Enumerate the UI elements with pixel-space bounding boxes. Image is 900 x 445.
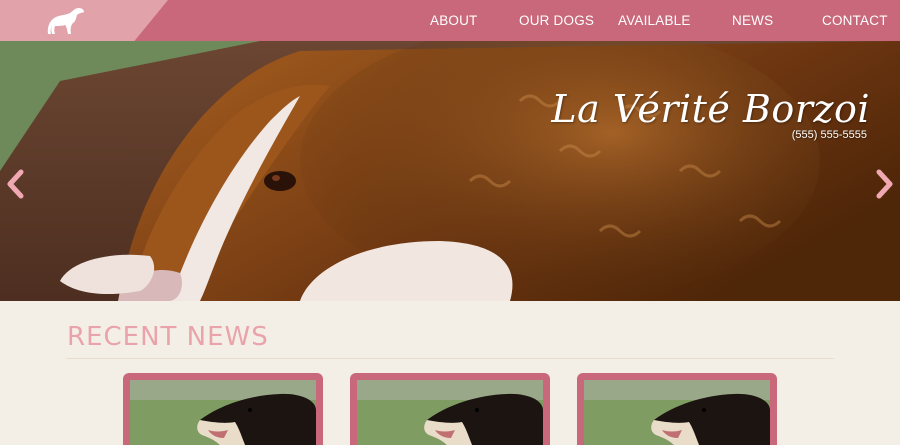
nav-our-dogs[interactable]: OUR DOGS (519, 13, 594, 28)
section-divider (66, 358, 834, 359)
news-card[interactable] (350, 373, 550, 445)
news-card-image (357, 380, 543, 445)
hero-slider: La Vérité Borzoi (555) 555-5555 (0, 41, 900, 301)
news-card[interactable] (577, 373, 777, 445)
news-card-image (584, 380, 770, 445)
nav-about[interactable]: ABOUT (430, 13, 478, 28)
recent-news-heading: RECENT NEWS (67, 322, 269, 352)
nav-news[interactable]: NEWS (732, 13, 773, 28)
news-card-image (130, 380, 316, 445)
nav-available[interactable]: AVAILABLE (618, 13, 691, 28)
news-card[interactable] (123, 373, 323, 445)
chevron-left-icon[interactable] (5, 169, 27, 199)
hero-image (0, 41, 900, 301)
borzoi-logo-icon[interactable] (42, 4, 88, 37)
top-nav-bar: ABOUT OUR DOGS AVAILABLE NEWS CONTACT (0, 0, 900, 41)
chevron-right-icon[interactable] (873, 169, 895, 199)
nav-contact[interactable]: CONTACT (822, 13, 888, 28)
brand-title: La Vérité Borzoi (551, 87, 870, 131)
brand-phone: (555) 555-5555 (791, 129, 867, 141)
